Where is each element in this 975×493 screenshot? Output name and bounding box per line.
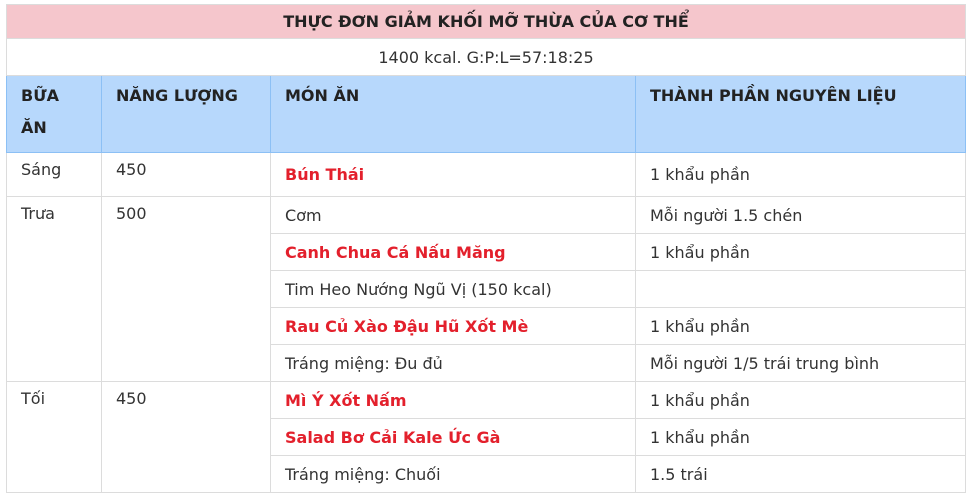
menu-table-container: THỰC ĐƠN GIẢM KHỐI MỠ THỪA CỦA CƠ THỂ 14…: [5, 4, 967, 493]
dish-cell: Salad Bơ Cải Kale Ức Gà: [270, 418, 636, 456]
table-row: Trưa 500 Cơm Mỗi người 1.5 chén: [6, 196, 967, 382]
table-subtitle: 1400 kcal. G:P:L=57:18:25: [5, 38, 967, 76]
table-title: THỰC ĐƠN GIẢM KHỐI MỠ THỪA CỦA CƠ THỂ: [5, 4, 967, 39]
ingredients-cell: 1 khẩu phần: [634, 307, 967, 345]
dish-cell: Rau Củ Xào Đậu Hũ Xốt Mè: [270, 307, 636, 345]
table-row: Tối 450 Mì Ý Xốt Nấm 1 khẩu phần: [6, 381, 967, 493]
header-meal: BỮA ĂN: [6, 75, 102, 153]
dish-link[interactable]: Bún Thái: [285, 165, 364, 184]
header-energy: NĂNG LƯỢNG: [101, 75, 271, 153]
dish-cell: Tráng miệng: Đu đủ: [270, 344, 636, 382]
meal-cell: Tối: [6, 381, 102, 493]
ingredients-cell: 1 khẩu phần: [634, 233, 967, 271]
energy-cell: 450: [101, 381, 271, 493]
ingredients-cell: Mỗi người 1/5 trái trung bình: [634, 344, 967, 382]
dish-link[interactable]: Canh Chua Cá Nấu Măng: [285, 243, 506, 262]
energy-cell: 500: [101, 196, 271, 382]
diet-menu-table: THỰC ĐƠN GIẢM KHỐI MỠ THỪA CỦA CƠ THỂ 14…: [5, 4, 967, 493]
ingredients-cell: 1 khẩu phần: [634, 152, 967, 197]
dish-cell: Cơm: [270, 196, 636, 234]
meal-cell: Trưa: [6, 196, 102, 382]
dish-link[interactable]: Salad Bơ Cải Kale Ức Gà: [285, 428, 500, 447]
ingredients-cell: [634, 270, 967, 308]
dish-cell: Canh Chua Cá Nấu Măng: [270, 233, 636, 271]
dish-link[interactable]: Mì Ý Xốt Nấm: [285, 391, 407, 410]
table-row: Sáng 450 Bún Thái 1 khẩu phần: [6, 152, 967, 197]
dish-link[interactable]: Rau Củ Xào Đậu Hũ Xốt Mè: [285, 317, 528, 336]
ingredients-cell: 1 khẩu phần: [634, 381, 967, 419]
ingredients-cell: Mỗi người 1.5 chén: [634, 196, 967, 234]
meal-cell: Sáng: [6, 152, 102, 197]
dish-cell: Tim Heo Nướng Ngũ Vị (150 kcal): [270, 270, 636, 308]
energy-cell: 450: [101, 152, 271, 197]
ingredients-cell: 1 khẩu phần: [634, 418, 967, 456]
header-ingredients: THÀNH PHẦN NGUYÊN LIỆU: [634, 75, 967, 153]
dish-cell: Bún Thái: [270, 152, 636, 197]
dish-cell: Mì Ý Xốt Nấm: [270, 381, 636, 419]
table-body: Sáng 450 Bún Thái 1 khẩu phần Trưa 500 Cơm Mỗi …: [6, 152, 967, 493]
header-dish: MÓN ĂN: [270, 75, 636, 153]
